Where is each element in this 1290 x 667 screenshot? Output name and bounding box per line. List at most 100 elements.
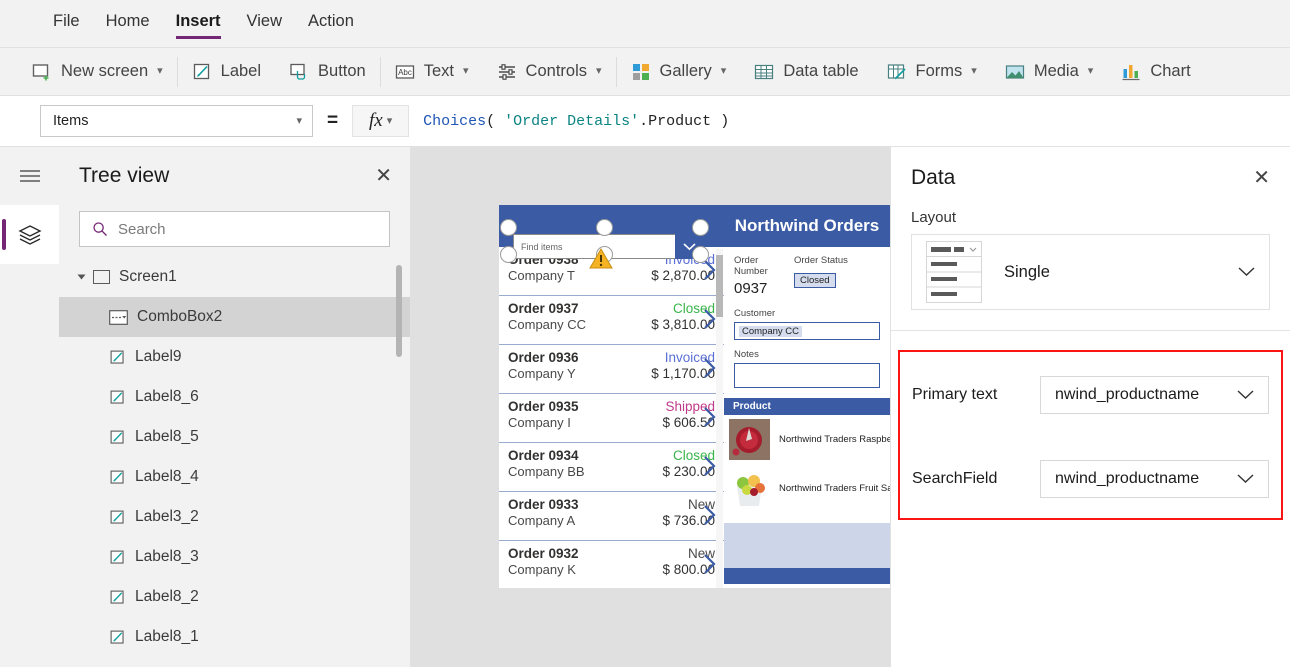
orders-gallery[interactable]: Order 0938 Invoiced Company T $ 2,870.00… xyxy=(499,205,724,588)
ribbon-controls[interactable]: Controls ▾ xyxy=(483,48,616,95)
ribbon-chart[interactable]: Chart xyxy=(1107,48,1204,95)
chevron-down-icon[interactable] xyxy=(1237,474,1254,484)
search-input[interactable]: Search xyxy=(79,211,390,247)
tree-view-panel: Tree view ✕ Search Screen1 xyxy=(59,147,411,667)
order-detail-pane[interactable]: Northwind Orders Order Number 0937 Order… xyxy=(724,205,890,588)
tree-view-scrollbar[interactable] xyxy=(396,265,402,357)
property-select[interactable]: Items ▾ xyxy=(40,105,313,137)
gallery-row[interactable]: Order 0932 New Company K $ 800.00 xyxy=(499,541,724,588)
menu-tab-view[interactable]: View xyxy=(234,0,295,41)
order-company: Company K xyxy=(508,562,576,577)
chevron-down-icon: ▾ xyxy=(387,116,393,127)
tree-item-screen1[interactable]: Screen1 xyxy=(59,257,410,297)
search-field-label: SearchField xyxy=(912,470,1040,488)
chevron-right-icon[interactable] xyxy=(703,504,716,526)
ribbon-data-table[interactable]: Data table xyxy=(740,48,872,95)
gallery-scrollbar[interactable] xyxy=(716,249,723,588)
chevron-right-icon[interactable] xyxy=(703,259,716,281)
tree-item-label: Label8_1 xyxy=(135,628,199,646)
gallery-row[interactable]: Order 0933 New Company A $ 736.00 xyxy=(499,492,724,541)
gallery-row[interactable]: Order 0934 Closed Company BB $ 230.00 xyxy=(499,443,724,492)
tree-item-label8-2[interactable]: Label8_2 xyxy=(59,577,410,617)
notes-field[interactable] xyxy=(734,363,880,388)
ribbon-text[interactable]: Abc Text ▾ xyxy=(381,48,483,95)
label-icon xyxy=(109,389,126,406)
primary-text-row: Primary text nwind_productname xyxy=(912,376,1269,414)
gallery-row[interactable]: Order 0937 Closed Company CC $ 3,810.00 xyxy=(499,296,724,345)
product-row[interactable]: Northwind Traders Raspberry xyxy=(724,415,890,464)
menu-tab-file[interactable]: File xyxy=(40,0,93,41)
close-icon[interactable]: ✕ xyxy=(375,166,392,186)
chevron-right-icon[interactable] xyxy=(703,406,716,428)
formula-token-table: 'Order Details' xyxy=(504,113,639,130)
resize-handle-top-left[interactable] xyxy=(500,219,517,236)
menu-tab-insert[interactable]: Insert xyxy=(163,0,234,41)
resize-handle-bottom-right[interactable] xyxy=(692,246,709,263)
tree-item-label8-3[interactable]: Label8_3 xyxy=(59,537,410,577)
ribbon-button[interactable]: Button xyxy=(275,48,380,95)
tree-item-label8-5[interactable]: Label8_5 xyxy=(59,417,410,457)
detail-footer-bar xyxy=(724,568,890,584)
media-image-icon xyxy=(1005,62,1025,82)
ribbon-forms[interactable]: Forms ▾ xyxy=(873,48,991,95)
formula-input[interactable]: Choices ( 'Order Details' .Product ) xyxy=(409,105,1290,137)
tree-item-label8-6[interactable]: Label8_6 xyxy=(59,377,410,417)
close-icon[interactable]: ✕ xyxy=(1253,168,1270,188)
chevron-right-icon[interactable] xyxy=(703,308,716,330)
menu-tab-action[interactable]: Action xyxy=(295,0,367,41)
chevron-right-icon[interactable] xyxy=(703,357,716,379)
hamburger-menu-button[interactable] xyxy=(0,147,59,205)
search-field-select[interactable]: nwind_productname xyxy=(1040,460,1269,498)
gallery-row[interactable]: Order 0936 Invoiced Company Y $ 1,170.00 xyxy=(499,345,724,394)
order-status-value[interactable]: Closed xyxy=(794,273,836,288)
layout-select[interactable]: Single xyxy=(911,234,1270,310)
gallery-scrollbar-thumb[interactable] xyxy=(716,255,723,317)
tree-item-label8-1[interactable]: Label8_1 xyxy=(59,617,410,657)
controls-sliders-icon xyxy=(497,62,517,82)
menu-bar: File Home Insert View Action xyxy=(0,0,1290,47)
tree-item-label3-2[interactable]: Label3_2 xyxy=(59,497,410,537)
ribbon-gallery[interactable]: Gallery ▾ xyxy=(617,48,741,95)
menu-tab-home[interactable]: Home xyxy=(93,0,163,41)
tree-item-combobox2[interactable]: ComboBox2 xyxy=(59,297,410,337)
layout-value: Single xyxy=(1004,263,1216,282)
resize-handle-bottom-left[interactable] xyxy=(500,246,517,263)
customer-value: Company CC xyxy=(739,326,802,337)
fx-button[interactable]: fx ▾ xyxy=(352,105,409,137)
product-row[interactable]: Northwind Traders Fruit Salad xyxy=(724,464,890,513)
ribbon-new-screen[interactable]: New screen ▾ xyxy=(18,48,177,95)
primary-text-value: nwind_productname xyxy=(1055,386,1199,404)
tree-item-label: ComboBox2 xyxy=(137,308,222,326)
chevron-down-icon[interactable] xyxy=(1237,390,1254,400)
app-screen-preview[interactable]: Order 0938 Invoiced Company T $ 2,870.00… xyxy=(499,205,890,588)
search-icon xyxy=(92,221,108,237)
svg-text:Abc: Abc xyxy=(398,68,412,77)
chevron-down-icon[interactable] xyxy=(1238,267,1255,277)
tree-item-label: Label8_5 xyxy=(135,428,199,446)
search-placeholder: Search xyxy=(118,221,166,238)
tree-view-search-wrap: Search xyxy=(59,205,410,257)
chevron-down-icon: ▾ xyxy=(463,66,469,77)
ribbon-media[interactable]: Media ▾ xyxy=(991,48,1107,95)
order-company: Company T xyxy=(508,268,575,283)
product-name: Northwind Traders Raspberry xyxy=(779,434,890,445)
resize-handle-top-center[interactable] xyxy=(596,219,613,236)
resize-handle-top-right[interactable] xyxy=(692,219,709,236)
rail-item-tree-view[interactable] xyxy=(0,205,59,264)
chevron-expanded-icon[interactable] xyxy=(78,275,86,280)
tree-item-label9[interactable]: Label9 xyxy=(59,337,410,377)
tree-item-label: Label3_2 xyxy=(135,508,199,526)
combobox-selection-overlay[interactable]: Find items xyxy=(506,225,704,259)
chevron-right-icon[interactable] xyxy=(703,455,716,477)
chevron-right-icon[interactable] xyxy=(703,553,716,575)
app-canvas[interactable]: Order 0938 Invoiced Company T $ 2,870.00… xyxy=(411,147,890,667)
warning-icon[interactable] xyxy=(589,248,613,269)
left-rail xyxy=(0,147,59,667)
gallery-row[interactable]: Order 0935 Shipped Company I $ 606.50 xyxy=(499,394,724,443)
primary-text-select[interactable]: nwind_productname xyxy=(1040,376,1269,414)
tree-item-label8-4[interactable]: Label8_4 xyxy=(59,457,410,497)
tree-view-list[interactable]: Screen1 ComboBox2 Label9 xyxy=(59,257,410,667)
customer-field[interactable]: Company CC xyxy=(734,322,880,340)
chevron-down-icon: ▾ xyxy=(596,66,602,77)
ribbon-label[interactable]: Label xyxy=(178,48,275,95)
